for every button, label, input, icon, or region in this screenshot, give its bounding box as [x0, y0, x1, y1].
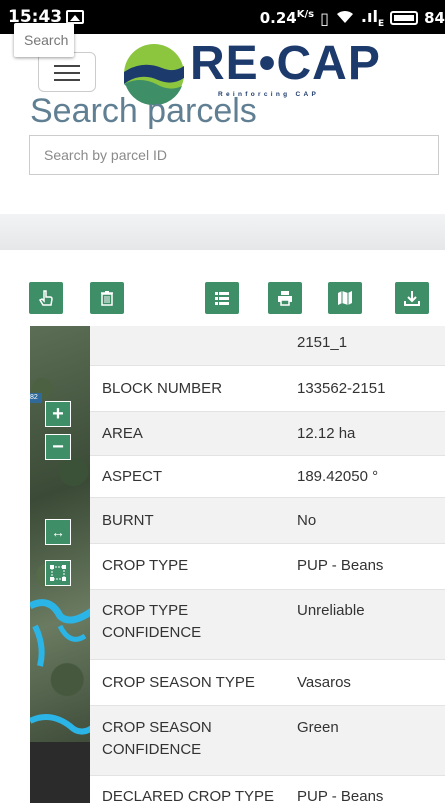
row-value: PUP - Beans	[297, 788, 384, 803]
wifi-icon	[335, 8, 355, 28]
table-row: DECLARED CROP TYPE PUP - Beans	[90, 776, 445, 803]
hand-pointer-icon	[38, 290, 53, 306]
vibrate-icon: ▯	[320, 8, 329, 28]
table-row: BLOCK NUMBER 133562-2151	[90, 366, 445, 412]
row-label: ASPECT	[102, 468, 163, 485]
network-speed: 0.24K/s	[260, 9, 314, 27]
section-divider	[0, 214, 445, 250]
page-title: Search parcels	[30, 92, 257, 130]
parcel-info-table: 2151_1 BLOCK NUMBER 133562-2151 AREA 12.…	[90, 326, 445, 803]
status-indicators: 0.24K/s ▯ .ılE 84	[260, 7, 445, 29]
print-icon	[278, 291, 292, 306]
table-row: CROP TYPE CONFIDENCE Unreliable	[90, 590, 445, 660]
select-tool-button[interactable]	[29, 282, 63, 314]
row-value: Green	[297, 719, 339, 736]
row-value: Vasaros	[297, 674, 351, 691]
row-value: 12.12 ha	[297, 425, 356, 442]
row-value: 189.42050 °	[297, 468, 379, 485]
app-page: 15:43 0.24K/s ▯ .ılE 84 RE•CAP Reinforci…	[0, 0, 445, 803]
table-row: CROP TYPE PUP - Beans	[90, 544, 445, 590]
bounding-box-icon	[50, 565, 66, 581]
download-icon	[404, 291, 420, 306]
map-icon	[338, 291, 352, 305]
network-speed-value: 0.24	[259, 9, 297, 28]
print-button[interactable]	[268, 282, 302, 314]
row-label: AREA	[102, 425, 143, 442]
select-area-button[interactable]	[45, 560, 71, 586]
zoom-out-button[interactable]: −	[45, 434, 71, 460]
table-row: 2151_1	[90, 326, 445, 366]
row-label: CROP TYPE CONFIDENCE	[102, 602, 202, 641]
logo-title: RE•CAP	[190, 37, 381, 90]
row-label: BURNT	[102, 512, 154, 529]
table-row: ASPECT 189.42050 °	[90, 456, 445, 498]
row-label: DECLARED CROP TYPE	[102, 788, 274, 803]
row-label	[90, 326, 297, 365]
network-type: E	[377, 19, 385, 30]
measure-button[interactable]: ↔	[45, 519, 71, 545]
delete-button[interactable]	[90, 282, 124, 314]
row-label: CROP SEASON TYPE	[102, 674, 255, 691]
map-scale-label: 82	[30, 393, 42, 403]
battery-icon	[390, 11, 419, 26]
trash-icon	[101, 291, 113, 306]
footer-area	[30, 742, 90, 803]
menu-toggle-button[interactable]	[38, 52, 96, 92]
row-value: No	[297, 512, 317, 529]
map-view-button[interactable]	[328, 282, 362, 314]
network-speed-unit: K/s	[296, 9, 315, 21]
table-row: BURNT No	[90, 498, 445, 544]
row-label: BLOCK NUMBER	[102, 380, 223, 397]
parcel-search-input[interactable]	[30, 136, 438, 174]
table-row: CROP SEASON TYPE Vasaros	[90, 660, 445, 706]
hamburger-line-icon	[54, 72, 80, 74]
hamburger-line-icon	[54, 79, 80, 81]
map-search-field[interactable]	[14, 23, 74, 57]
image-notification-icon	[66, 10, 84, 24]
row-label: CROP SEASON CONFIDENCE	[102, 719, 212, 758]
map-search-input[interactable]	[14, 23, 74, 57]
battery-level: 84	[424, 9, 445, 28]
arrows-horizontal-icon: ↔	[51, 524, 65, 540]
table-row: CROP SEASON CONFIDENCE Green	[90, 706, 445, 776]
download-button[interactable]	[395, 282, 429, 314]
parcel-search-field[interactable]	[29, 135, 439, 175]
table-row: AREA 12.12 ha	[90, 412, 445, 456]
row-value: Unreliable	[297, 602, 365, 619]
row-value: PUP - Beans	[297, 557, 384, 574]
list-view-button[interactable]	[205, 282, 239, 314]
signal-icon: .ılE	[361, 7, 384, 29]
zoom-in-button[interactable]: +	[45, 401, 71, 427]
list-icon	[215, 292, 229, 305]
row-value: 2151_1	[297, 334, 348, 351]
signal-strength: .ıl	[360, 7, 378, 26]
hamburger-line-icon	[54, 65, 80, 67]
row-value: 133562-2151	[297, 380, 386, 397]
row-label: CROP TYPE	[102, 557, 189, 574]
